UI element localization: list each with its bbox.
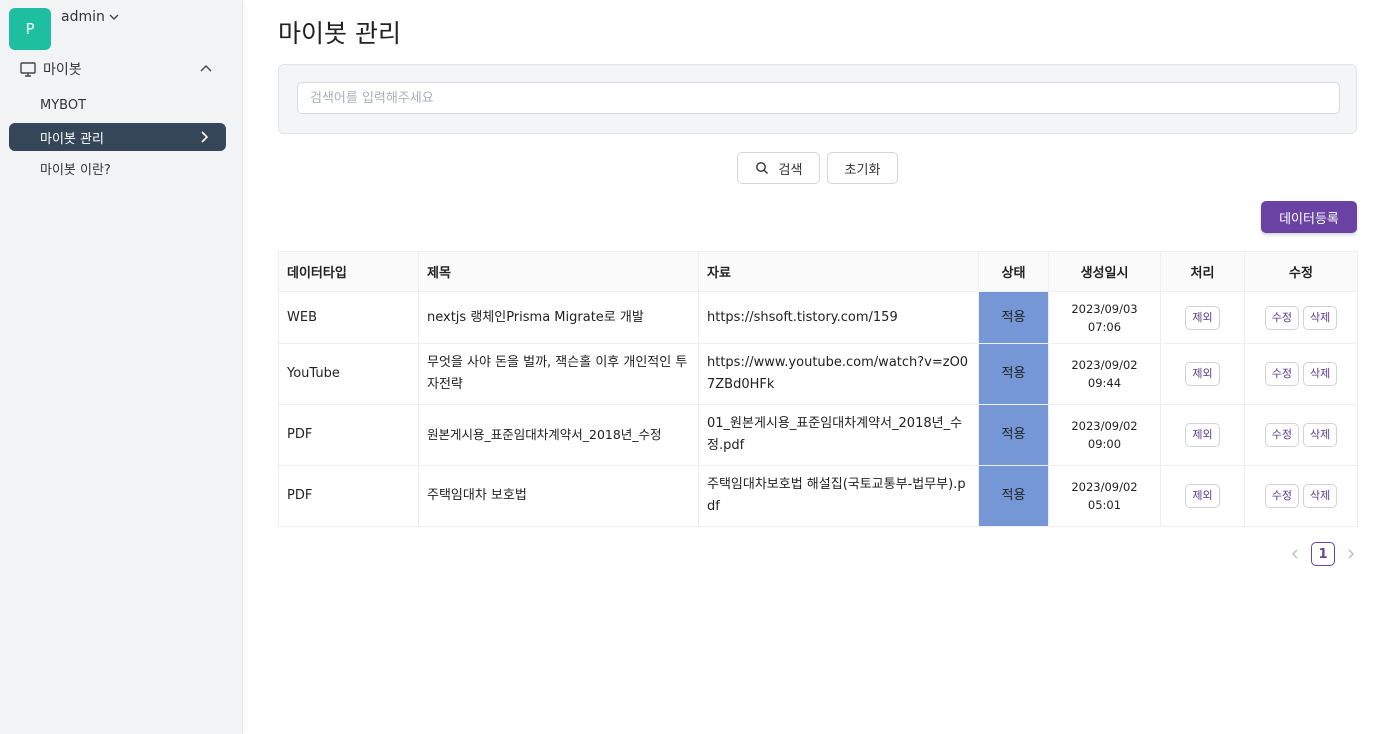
cell-title: 무엇을 사야 돈을 벌까, 잭슨홀 이후 개인적인 투자전략 [418,343,699,405]
cell-source: https://shsoft.tistory.com/159 [698,291,979,344]
cell-created: 2023/09/02 09:00 [1048,404,1161,466]
cell-type: PDF [278,404,419,466]
edit-button[interactable]: 수정 [1264,484,1299,508]
table-row: WEB nextjs 랭체인Prisma Migrate로 개발 https:/… [278,291,1358,344]
sidebar-item-mybot-manage[interactable]: 마이봇 관리 [9,123,226,151]
cell-date: 2023/09/02 [1071,419,1138,433]
cell-title: 원본게시용_표준임대차계약서_2018년_수정 [418,404,699,466]
cell-edit: 수정 삭제 [1244,465,1358,527]
cell-date: 2023/09/02 [1071,358,1138,372]
column-header-edit[interactable]: 수정 [1244,251,1358,292]
table-header-row: 데이터타입 제목 자료 상태 생성일시 처리 수정 [278,251,1358,292]
search-icon [755,162,768,174]
cell-process: 제외 [1160,465,1245,527]
exclude-button[interactable]: 제외 [1185,423,1220,447]
reset-button[interactable]: 초기화 [827,152,898,184]
user-name: admin [61,9,105,25]
cell-source: https://www.youtube.com/watch?v=zO07ZBd0… [698,343,979,405]
cell-type: PDF [278,465,419,527]
column-header-status[interactable]: 상태 [978,251,1049,292]
table-row: YouTube 무엇을 사야 돈을 벌까, 잭슨홀 이후 개인적인 투자전략 h… [278,343,1358,405]
delete-button[interactable]: 삭제 [1303,305,1338,330]
sidebar-group-mybot[interactable]: 마이봇 [9,56,226,82]
page-number[interactable]: 1 [1311,542,1335,566]
reset-button-label: 초기화 [844,162,881,178]
cell-created: 2023/09/03 07:06 [1048,291,1161,344]
chevron-right-icon[interactable] [1345,548,1357,560]
cell-created: 2023/09/02 05:01 [1048,465,1161,527]
sidebar-item-label: MYBOT [40,97,87,113]
delete-button[interactable]: 삭제 [1303,484,1338,508]
cell-time: 09:44 [1087,376,1122,390]
column-header-type[interactable]: 데이터타입 [278,251,419,292]
delete-button[interactable]: 삭제 [1303,362,1338,386]
register-data-button[interactable]: 데이터등록 [1261,201,1357,233]
search-button-label: 검색 [778,162,803,178]
page-title: 마이봇 관리 [278,19,401,48]
cell-process: 제외 [1160,291,1245,344]
cell-process: 제외 [1160,404,1245,466]
cell-date: 2023/09/02 [1071,480,1138,494]
cell-type: YouTube [278,343,419,405]
sidebar-item-label: 마이봇 이란? [40,162,111,178]
user-menu[interactable]: admin [61,9,120,25]
search-input[interactable] [297,82,1340,114]
cell-status: 적용 [978,343,1049,405]
search-panel [278,64,1357,134]
column-header-process[interactable]: 처리 [1160,251,1245,292]
cell-process: 제외 [1160,343,1245,405]
cell-edit: 수정 삭제 [1244,404,1358,466]
monitor-icon [20,62,36,77]
cell-created: 2023/09/02 09:44 [1048,343,1161,405]
chevron-right-icon [201,131,209,143]
cell-source: 주택임대차보호법 해설집(국토교통부-법무부).pdf [698,465,979,527]
column-header-title[interactable]: 제목 [418,251,699,292]
sidebar-item-mybot[interactable]: MYBOT [9,91,226,119]
sidebar: P admin 마이봇 MYBOT 마이봇 관리 마이봇 이란? [0,0,243,734]
search-button[interactable]: 검색 [737,152,820,184]
column-header-source[interactable]: 자료 [698,251,979,292]
sidebar-group-label: 마이봇 [43,62,82,78]
exclude-button[interactable]: 제외 [1185,305,1220,330]
exclude-button[interactable]: 제외 [1185,484,1220,508]
cell-source: 01_원본게시용_표준임대차계약서_2018년_수정.pdf [698,404,979,466]
edit-button[interactable]: 수정 [1264,362,1299,386]
cell-time: 05:01 [1087,498,1122,512]
cell-date: 2023/09/03 [1071,301,1138,316]
cell-status: 적용 [978,404,1049,466]
cell-status: 적용 [978,291,1049,344]
cell-time: 09:00 [1087,437,1122,451]
sidebar-item-label: 마이봇 관리 [40,131,104,147]
edit-button[interactable]: 수정 [1264,423,1299,447]
sidebar-item-mybot-about[interactable]: 마이봇 이란? [9,154,226,182]
cell-status: 적용 [978,465,1049,527]
exclude-button[interactable]: 제외 [1185,362,1220,386]
chevron-up-icon [200,65,212,72]
cell-time: 07:06 [1087,319,1122,334]
column-header-created[interactable]: 생성일시 [1048,251,1161,292]
edit-button[interactable]: 수정 [1264,305,1299,330]
table-row: PDF 원본게시용_표준임대차계약서_2018년_수정 01_원본게시용_표준임… [278,404,1358,466]
cell-title: nextjs 랭체인Prisma Migrate로 개발 [418,291,699,344]
delete-button[interactable]: 삭제 [1303,423,1338,447]
data-table: 데이터타입 제목 자료 상태 생성일시 처리 수정 WEB nextjs 랭체인… [278,251,1358,527]
cell-edit: 수정 삭제 [1244,291,1358,344]
cell-title: 주택임대차 보호법 [418,465,699,527]
pagination: 1 [1289,542,1357,566]
cell-edit: 수정 삭제 [1244,343,1358,405]
table-row: PDF 주택임대차 보호법 주택임대차보호법 해설집(국토교통부-법무부).pd… [278,465,1358,527]
cell-type: WEB [278,291,419,344]
chevron-left-icon[interactable] [1289,548,1301,560]
chevron-down-icon [109,14,119,20]
avatar[interactable]: P [9,8,51,50]
